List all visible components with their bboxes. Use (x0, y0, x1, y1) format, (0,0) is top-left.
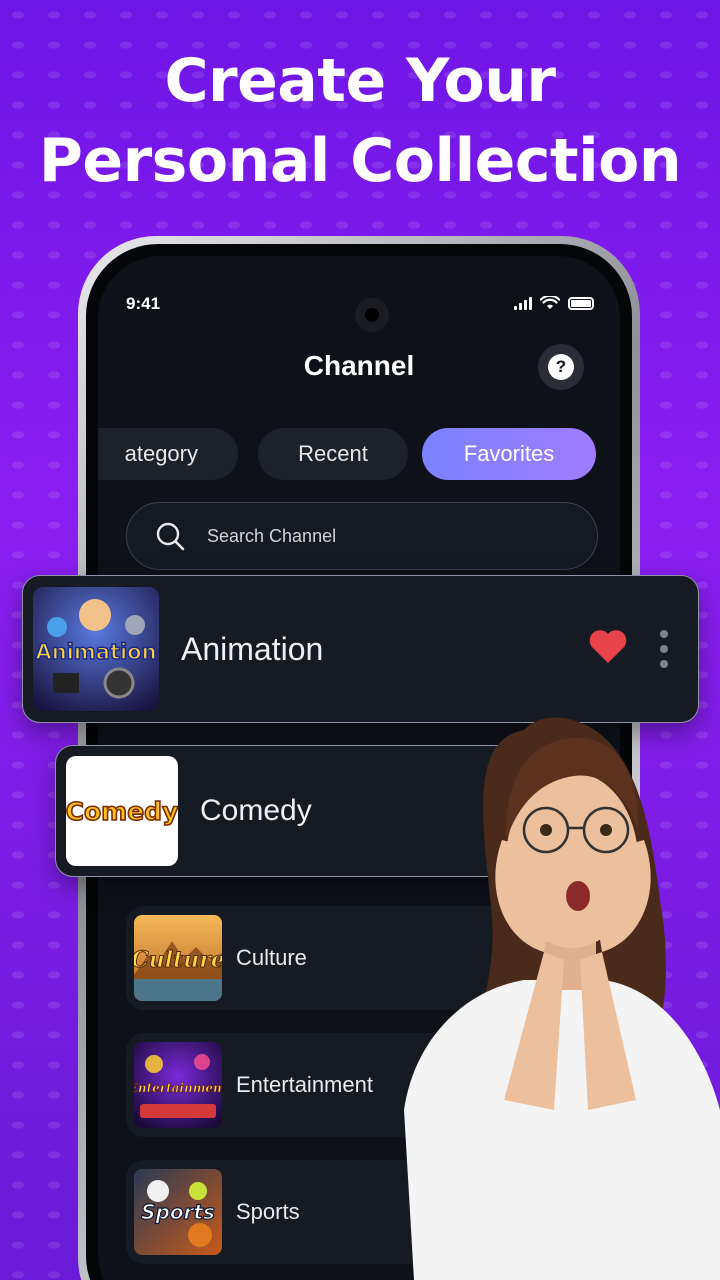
list-item-label: Culture (236, 945, 307, 970)
search-icon (156, 522, 185, 551)
battery-icon (568, 296, 594, 310)
tab-recent[interactable]: Recent (258, 428, 408, 480)
search-bar[interactable] (126, 502, 598, 570)
help-button[interactable]: ? (538, 344, 584, 390)
featured-label: Comedy (200, 794, 312, 827)
svg-text:Entertainment: Entertainment (134, 1081, 222, 1095)
headline-line-2: Personal Collection (38, 126, 682, 196)
headline-line-1: Create Your (164, 46, 556, 116)
surprised-woman-image (404, 717, 720, 1280)
status-icons (514, 296, 594, 310)
tab-category[interactable]: ategory (98, 428, 238, 480)
list-item-label: Sports (236, 1199, 300, 1224)
wifi-icon (540, 296, 560, 309)
comedy-thumbnail: Comedy (66, 756, 178, 866)
svg-text:Sports: Sports (141, 1200, 215, 1224)
question-mark-icon: ? (548, 354, 574, 380)
svg-text:Animation: Animation (35, 640, 156, 664)
svg-text:Comedy: Comedy (66, 797, 178, 826)
tab-favorites[interactable]: Favorites (422, 428, 596, 480)
tab-bar: ategory Recent Favorites (98, 428, 620, 480)
more-options-icon[interactable] (660, 630, 668, 668)
heart-icon[interactable] (588, 628, 628, 664)
culture-thumbnail: Culture (134, 915, 222, 1001)
svg-text:Culture: Culture (134, 947, 222, 973)
sports-thumbnail: Sports (134, 1169, 222, 1255)
animation-thumbnail: Animation (33, 587, 159, 711)
front-camera (355, 298, 389, 332)
entertainment-thumbnail: Entertainment (134, 1042, 222, 1128)
list-item-label: Entertainment (236, 1072, 373, 1097)
search-input[interactable] (207, 525, 507, 547)
featured-label: Animation (181, 630, 324, 667)
cellular-signal-icon (514, 296, 532, 310)
status-time: 9:41 (126, 294, 161, 313)
